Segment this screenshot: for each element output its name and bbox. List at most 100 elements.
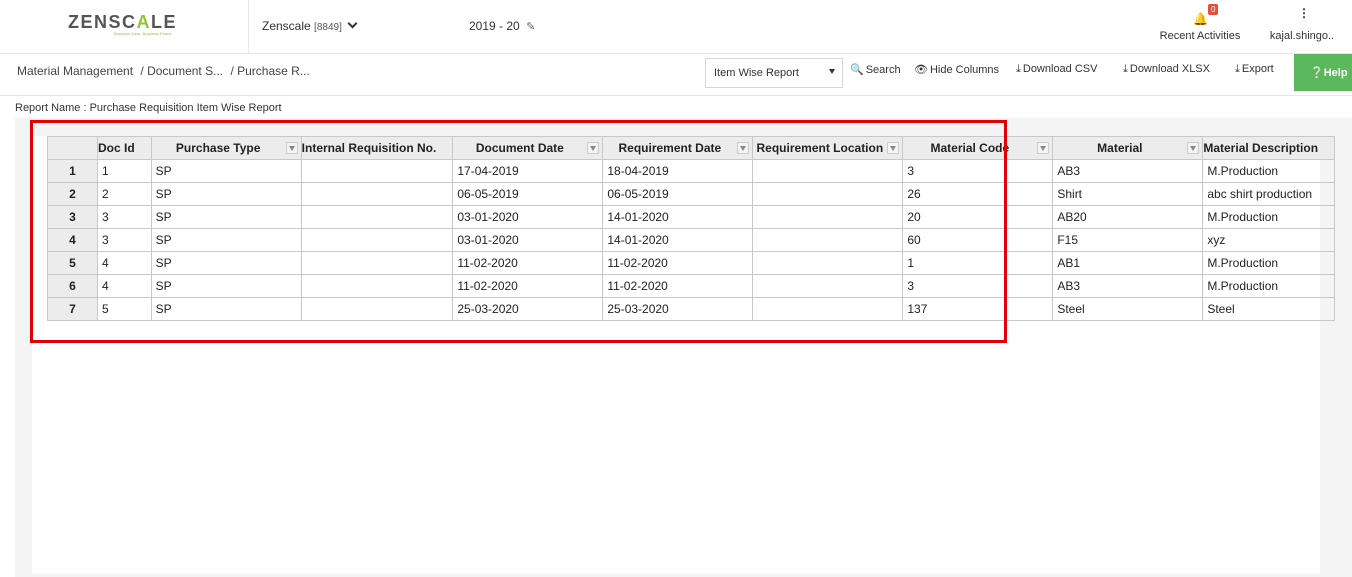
filter-dropdown-icon[interactable]	[887, 142, 900, 154]
table-cell[interactable]: 26	[902, 182, 1054, 206]
table-cell[interactable]	[300, 228, 454, 252]
recent-activities-button[interactable]: 🔔 0 Recent Activities	[1150, 4, 1250, 48]
table-cell[interactable]	[300, 251, 454, 275]
table-cell[interactable]: SP	[150, 228, 302, 252]
breadcrumb-item-material-management[interactable]: Material Management	[17, 64, 133, 78]
table-cell[interactable]: 4	[97, 251, 152, 275]
table-cell[interactable]: SP	[150, 205, 302, 229]
table-cell[interactable]: M.Production	[1202, 251, 1336, 275]
table-cell[interactable]: 03-01-2020	[452, 228, 604, 252]
table-cell[interactable]: 25-03-2020	[452, 297, 604, 321]
zenscale-logo[interactable]: ZENSCALE	[68, 12, 177, 33]
table-cell[interactable]	[752, 228, 904, 252]
row-number-cell[interactable]: 2	[47, 182, 98, 206]
table-cell[interactable]: 3	[97, 205, 152, 229]
table-cell[interactable]: 11-02-2020	[452, 274, 604, 298]
table-cell[interactable]	[752, 205, 904, 229]
row-number-cell[interactable]: 1	[47, 159, 98, 183]
table-cell[interactable]: AB20	[1052, 205, 1204, 229]
table-cell[interactable]	[752, 251, 904, 275]
user-menu[interactable]: ⋮ kajal.shingo..	[1254, 6, 1350, 48]
table-row[interactable]: 7 5 SP 25-03-2020 25-03-2020 137 Steel Steel	[47, 297, 1336, 321]
column-header-requirement-date[interactable]: Requirement Date	[602, 136, 754, 160]
filter-dropdown-icon[interactable]	[1037, 142, 1050, 154]
table-cell[interactable]: 3	[97, 228, 152, 252]
table-cell[interactable]: Steel	[1202, 297, 1336, 321]
table-cell[interactable]: 14-01-2020	[602, 228, 754, 252]
row-number-cell[interactable]: 5	[47, 251, 98, 275]
table-cell[interactable]: AB3	[1052, 159, 1204, 183]
table-cell[interactable]: 5	[97, 297, 152, 321]
table-cell[interactable]	[752, 159, 904, 183]
table-cell[interactable]: 14-01-2020	[602, 205, 754, 229]
column-header-requirement-location[interactable]: Requirement Location	[752, 136, 904, 160]
table-cell[interactable]: 11-02-2020	[452, 251, 604, 275]
table-row[interactable]: 3 3 SP 03-01-2020 14-01-2020 20 AB20 M.Producti…	[47, 205, 1336, 229]
table-cell[interactable]: M.Production	[1202, 205, 1336, 229]
filter-dropdown-icon[interactable]	[1187, 142, 1200, 154]
company-selector[interactable]: Zenscale [8849]	[262, 18, 358, 33]
table-cell[interactable]: AB1	[1052, 251, 1204, 275]
column-header-internal-requisition-no[interactable]: Internal Requisition No.	[300, 136, 454, 160]
column-header-document-date[interactable]: Document Date	[452, 136, 604, 160]
download-xlsx-button[interactable]: ⤓ Download XLSX	[1123, 63, 1210, 76]
table-cell[interactable]: SP	[150, 297, 302, 321]
table-row[interactable]: 4 3 SP 03-01-2020 14-01-2020 60 F15 xyz	[47, 228, 1336, 252]
logo-container[interactable]: ZENSCALE Business Ease. Business Peace.	[0, 0, 249, 54]
report-type-select[interactable]: Item Wise Report	[705, 58, 843, 88]
table-row[interactable]: 5 4 SP 11-02-2020 11-02-2020 1 AB1 M.Production	[47, 251, 1336, 275]
table-cell[interactable]: 4	[97, 274, 152, 298]
table-cell[interactable]	[752, 297, 904, 321]
export-button[interactable]: ⤓ Export	[1235, 63, 1274, 76]
row-number-cell[interactable]: 4	[47, 228, 98, 252]
table-cell[interactable]: AB3	[1052, 274, 1204, 298]
table-cell[interactable]: 2	[97, 182, 152, 206]
filter-dropdown-icon[interactable]	[587, 142, 600, 154]
table-cell[interactable]	[300, 159, 454, 183]
table-cell[interactable]: 60	[902, 228, 1054, 252]
fiscal-year-selector[interactable]: 2019 - 20 ✎	[469, 19, 535, 33]
table-cell[interactable]: xyz	[1202, 228, 1336, 252]
table-cell[interactable]: 06-05-2019	[602, 182, 754, 206]
download-csv-button[interactable]: ⤓ Download CSV	[1016, 63, 1097, 76]
table-cell[interactable]: 25-03-2020	[602, 297, 754, 321]
table-cell[interactable]: 11-02-2020	[602, 274, 754, 298]
table-row[interactable]: 6 4 SP 11-02-2020 11-02-2020 3 AB3 M.Production	[47, 274, 1336, 298]
filter-dropdown-icon[interactable]	[285, 142, 298, 154]
column-header-doc-id[interactable]: Doc Id	[97, 136, 152, 160]
table-cell[interactable]: SP	[150, 251, 302, 275]
table-cell[interactable]: 3	[902, 274, 1054, 298]
table-cell[interactable]: Shirt	[1052, 182, 1204, 206]
column-header-material-description[interactable]: Material Description	[1202, 136, 1336, 160]
filter-dropdown-icon[interactable]	[737, 142, 750, 154]
table-cell[interactable]	[300, 205, 454, 229]
table-cell[interactable]	[300, 297, 454, 321]
table-cell[interactable]: 11-02-2020	[602, 251, 754, 275]
table-cell[interactable]: SP	[150, 274, 302, 298]
table-cell[interactable]: M.Production	[1202, 274, 1336, 298]
table-cell[interactable]	[752, 182, 904, 206]
table-cell[interactable]: 1	[902, 251, 1054, 275]
table-cell[interactable]: 03-01-2020	[452, 205, 604, 229]
row-number-cell[interactable]: 3	[47, 205, 98, 229]
row-number-cell[interactable]: 6	[47, 274, 98, 298]
breadcrumb-item-document-settings[interactable]: / Document S...	[140, 64, 223, 78]
table-cell[interactable]: 17-04-2019	[452, 159, 604, 183]
table-cell[interactable]: abc shirt production	[1202, 182, 1336, 206]
table-cell[interactable]: SP	[150, 159, 302, 183]
column-header-material-code[interactable]: Material Code	[902, 136, 1054, 160]
breadcrumb-item-purchase-requisition[interactable]: / Purchase R...	[230, 64, 309, 78]
help-button[interactable]: ❔Help	[1294, 54, 1352, 91]
search-button[interactable]: 🔍 Search	[850, 63, 901, 76]
table-cell[interactable]: M.Production	[1202, 159, 1336, 183]
table-cell[interactable]: 1	[97, 159, 152, 183]
table-cell[interactable]: SP	[150, 182, 302, 206]
table-cell[interactable]	[300, 182, 454, 206]
table-cell[interactable]: 137	[902, 297, 1054, 321]
row-number-cell[interactable]: 7	[47, 297, 98, 321]
column-header-purchase-type[interactable]: Purchase Type	[150, 136, 302, 160]
column-header-material[interactable]: Material	[1052, 136, 1204, 160]
edit-icon[interactable]: ✎	[526, 20, 535, 33]
table-cell[interactable]	[300, 274, 454, 298]
table-row[interactable]: 2 2 SP 06-05-2019 06-05-2019 26 Shirt abc shirt…	[47, 182, 1336, 206]
